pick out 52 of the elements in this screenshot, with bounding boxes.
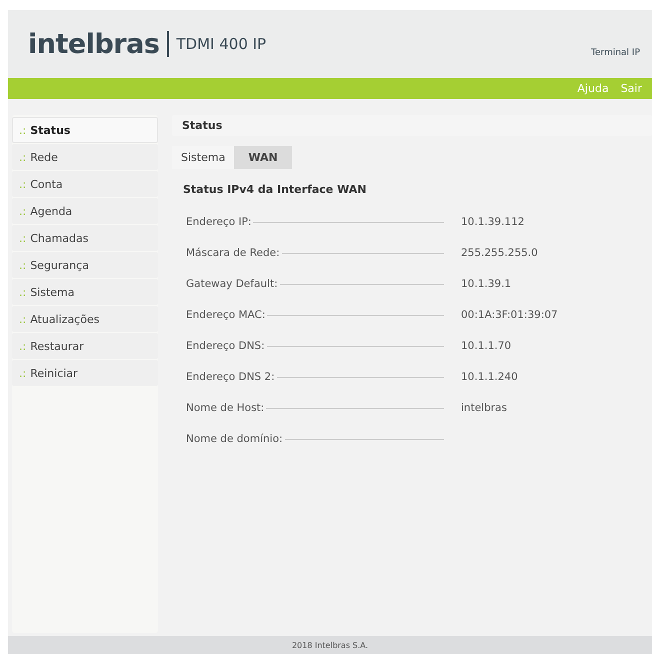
logo-text: intelbras xyxy=(28,28,160,60)
item-label: Conta xyxy=(30,178,63,190)
field-label: Endereço MAC: xyxy=(186,309,266,321)
sidebar-item[interactable]: .: Conta xyxy=(12,171,158,197)
field-value: 10.1.1.70 xyxy=(461,340,512,352)
device-type: Terminal IP xyxy=(591,48,640,58)
field-label: Máscara de Rede: xyxy=(186,247,280,259)
item-label: Rede xyxy=(30,150,58,164)
item-label: Chamadas xyxy=(30,232,89,244)
item-marker: .: xyxy=(19,232,26,244)
sidebar-item[interactable]: .: Atualizações xyxy=(12,306,158,332)
item-marker: .: xyxy=(19,150,26,164)
item-label: Agenda xyxy=(30,204,72,218)
sidebar-item[interactable]: .: Status xyxy=(12,117,158,143)
field-value: 255.255.255.0 xyxy=(461,247,538,259)
field-value: intelbras xyxy=(461,402,507,414)
item-label: Atualizações xyxy=(30,312,100,326)
field-label: Gateway Default: xyxy=(186,278,278,290)
item-marker: .: xyxy=(19,340,26,352)
field-label: Nome de domínio: xyxy=(186,433,283,445)
field-label: Endereço DNS: xyxy=(186,340,265,352)
sidebar-item[interactable]: .: Segurança xyxy=(12,252,158,278)
sidebar-item[interactable]: .: Sistema xyxy=(12,279,158,305)
product-name: TDMI 400 IP xyxy=(176,35,266,53)
item-marker: .: xyxy=(19,258,26,272)
item-marker: .: xyxy=(19,204,26,218)
sidebar-item[interactable]: .: Agenda xyxy=(12,198,158,224)
item-marker: .: xyxy=(19,286,26,298)
item-marker: .: xyxy=(19,178,26,190)
sidebar-item[interactable]: .: Rede xyxy=(12,144,158,170)
field-value: 10.1.39.112 xyxy=(461,216,524,228)
tab[interactable]: WAN xyxy=(234,146,292,169)
sidebar-item[interactable]: .: Reiniciar xyxy=(12,360,158,386)
section-title: Status IPv4 da Interface WAN xyxy=(183,183,368,196)
field-label: Endereço IP: xyxy=(186,216,252,228)
item-marker: .: xyxy=(19,366,26,380)
sidebar-item[interactable]: .: Chamadas xyxy=(12,225,158,251)
field-label: Nome de Host: xyxy=(186,402,264,414)
footer-text: 2018 Intelbras S.A. xyxy=(8,636,652,654)
sidebar-item[interactable]: .: Restaurar xyxy=(12,333,158,359)
field-value: 00:1A:3F:01:39:07 xyxy=(461,309,558,321)
item-label: Sistema xyxy=(30,286,75,298)
tab[interactable]: Sistema xyxy=(172,146,234,169)
item-marker: .: xyxy=(19,124,26,136)
item-label: Reiniciar xyxy=(30,366,78,380)
field-label: Endereço DNS 2: xyxy=(186,371,275,383)
field-value: 10.1.1.240 xyxy=(461,371,518,383)
item-label: Segurança xyxy=(30,258,89,272)
field-value: 10.1.39.1 xyxy=(461,278,512,290)
item-label: Status xyxy=(30,124,70,136)
item-label: Restaurar xyxy=(30,340,84,352)
item-marker: .: xyxy=(19,312,26,326)
